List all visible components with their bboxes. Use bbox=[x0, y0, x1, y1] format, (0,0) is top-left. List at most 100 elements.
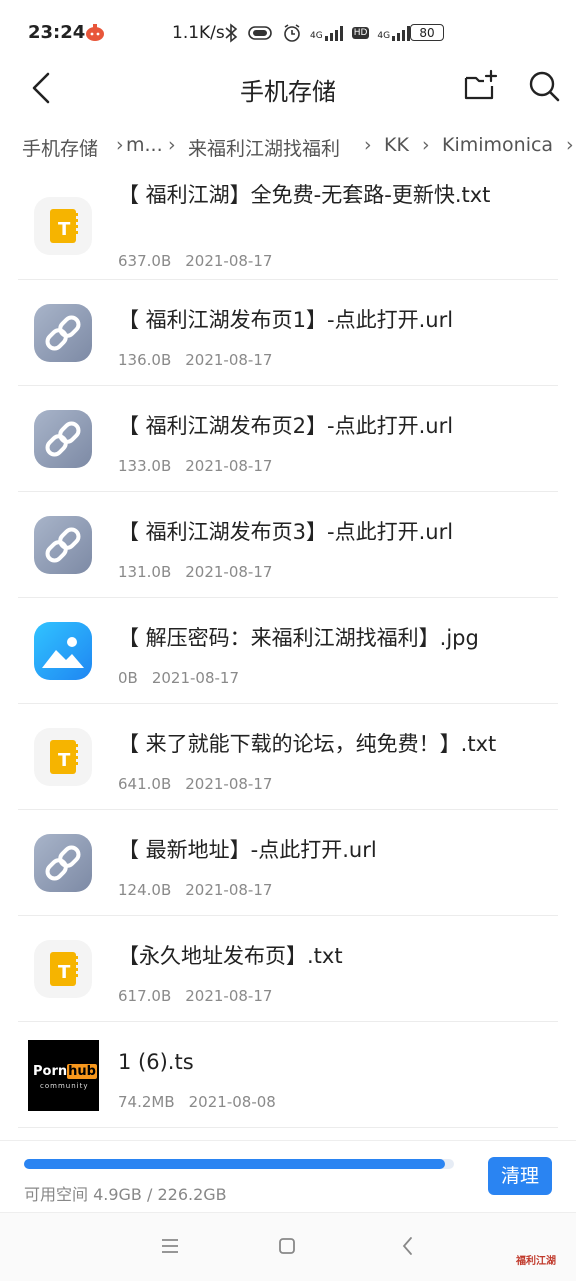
home-icon[interactable] bbox=[278, 1237, 296, 1255]
file-name: 【永久地址发布页】.txt bbox=[118, 944, 343, 968]
system-nav-bar bbox=[0, 1212, 576, 1281]
storage-progress-fill bbox=[24, 1159, 445, 1169]
file-size: 131.0B bbox=[118, 563, 172, 581]
search-icon[interactable] bbox=[526, 68, 562, 104]
network-speed: 1.1K/s bbox=[172, 23, 225, 43]
file-meta: 0B 2021-08-17 bbox=[118, 669, 239, 687]
storage-footer: 可用空间 4.9GB / 226.2GB 清理 bbox=[0, 1140, 576, 1213]
svg-text:T: T bbox=[58, 750, 71, 771]
breadcrumb-chevron-icon: › bbox=[422, 134, 430, 156]
breadcrumb-item[interactable]: Kimimonica bbox=[442, 134, 553, 156]
alarm-icon bbox=[284, 24, 300, 42]
svg-text:T: T bbox=[58, 219, 71, 240]
link-file-icon bbox=[34, 516, 92, 574]
file-row[interactable]: T 【永久地址发布页】.txt 617.0B 2021-08-17 bbox=[18, 915, 558, 1022]
file-date: 2021-08-17 bbox=[185, 987, 273, 1005]
image-file-icon bbox=[34, 622, 92, 680]
file-date: 2021-08-17 bbox=[185, 252, 273, 270]
file-row[interactable]: 【 解压密码：来福利江湖找福利】.jpg 0B 2021-08-17 bbox=[18, 597, 558, 704]
breadcrumb-item[interactable]: KK bbox=[384, 134, 409, 156]
app-notification-icon bbox=[86, 24, 104, 41]
file-name: 1 (6).ts bbox=[118, 1050, 194, 1074]
file-date: 2021-08-08 bbox=[188, 1093, 276, 1111]
clean-button[interactable]: 清理 bbox=[488, 1157, 552, 1195]
breadcrumb-item[interactable]: 手机存储 bbox=[22, 134, 98, 161]
breadcrumb-chevron-icon: › bbox=[364, 134, 372, 156]
file-size: 0B bbox=[118, 669, 138, 687]
text-file-icon: T bbox=[34, 728, 92, 786]
new-folder-icon[interactable] bbox=[462, 68, 498, 104]
file-date: 2021-08-17 bbox=[185, 563, 273, 581]
file-meta: 136.0B 2021-08-17 bbox=[118, 351, 272, 369]
file-row[interactable]: Pornhub community 1 (6).ts 74.2MB 2021-08… bbox=[18, 1021, 558, 1128]
file-date: 2021-08-17 bbox=[151, 669, 240, 687]
status-icons: 4G HD 4G bbox=[224, 22, 411, 44]
thumbnail-logo-part1: Porn bbox=[33, 1064, 68, 1079]
signal-2: 4G bbox=[377, 25, 411, 41]
file-date: 2021-08-17 bbox=[185, 881, 273, 899]
file-size: 136.0B bbox=[118, 351, 172, 369]
file-size: 74.2MB bbox=[118, 1093, 175, 1111]
file-meta: 637.0B 2021-08-17 bbox=[118, 252, 272, 270]
file-meta: 124.0B 2021-08-17 bbox=[118, 881, 272, 899]
file-row[interactable]: 【 福利江湖发布页1】-点此打开.url 136.0B 2021-08-17 bbox=[18, 279, 558, 386]
file-row[interactable]: T 【 来了就能下载的论坛，纯免费！】.txt 641.0B 2021-08-17 bbox=[18, 703, 558, 810]
breadcrumb-item[interactable]: 来福利江湖找福利 bbox=[188, 134, 340, 161]
file-row[interactable]: 【 最新地址】-点此打开.url 124.0B 2021-08-17 bbox=[18, 809, 558, 916]
file-meta: 131.0B 2021-08-17 bbox=[118, 563, 272, 581]
file-name: 【 解压密码：来福利江湖找福利】.jpg bbox=[118, 626, 479, 650]
breadcrumb-item[interactable]: m... bbox=[126, 134, 163, 156]
file-date: 2021-08-17 bbox=[185, 775, 273, 793]
file-meta: 617.0B 2021-08-17 bbox=[118, 987, 272, 1005]
breadcrumb-chevron-icon: › bbox=[168, 134, 176, 156]
link-file-icon bbox=[34, 304, 92, 362]
file-row[interactable]: 【 福利江湖发布页2】-点此打开.url 133.0B 2021-08-17 bbox=[18, 385, 558, 492]
file-size: 617.0B bbox=[118, 987, 172, 1005]
text-file-icon: T bbox=[34, 940, 92, 998]
status-time: 23:24 bbox=[28, 22, 86, 43]
bluetooth-icon bbox=[225, 23, 238, 43]
signal-1-label: 4G bbox=[310, 31, 323, 41]
file-name: 【 福利江湖发布页2】-点此打开.url bbox=[118, 414, 454, 438]
file-row[interactable]: 【 福利江湖发布页3】-点此打开.url 131.0B 2021-08-17 bbox=[18, 491, 558, 598]
file-size: 637.0B bbox=[118, 252, 172, 270]
file-size: 641.0B bbox=[118, 775, 172, 793]
signal-bars-icon bbox=[392, 26, 411, 41]
breadcrumb-chevron-icon: › bbox=[566, 134, 574, 156]
video-thumbnail: Pornhub community bbox=[28, 1040, 99, 1111]
menu-icon[interactable] bbox=[160, 1237, 180, 1255]
file-name: 【 福利江湖】全免费-无套路-更新快.txt bbox=[118, 183, 491, 207]
free-space-text: 可用空间 4.9GB / 226.2GB bbox=[24, 1185, 227, 1204]
file-name: 【 最新地址】-点此打开.url bbox=[118, 838, 377, 862]
hd-badge: HD bbox=[351, 27, 370, 39]
signal-2-label: 4G bbox=[377, 31, 391, 41]
file-size: 133.0B bbox=[118, 457, 172, 475]
signal-bars-icon bbox=[324, 26, 343, 41]
battery-indicator: 80 bbox=[410, 24, 444, 41]
file-name: 【 福利江湖发布页1】-点此打开.url bbox=[118, 308, 454, 332]
file-meta: 641.0B 2021-08-17 bbox=[118, 775, 272, 793]
status-bar: 23:24 1.1K/s 4G HD 4G 80 bbox=[0, 0, 576, 68]
title-bar: 手机存储 bbox=[0, 62, 576, 116]
breadcrumb-chevron-icon: › bbox=[116, 134, 124, 156]
vibrate-icon bbox=[248, 26, 272, 40]
file-date: 2021-08-17 bbox=[185, 351, 273, 369]
thumbnail-logo-part2: hub bbox=[67, 1064, 97, 1079]
file-size: 124.0B bbox=[118, 881, 172, 899]
svg-text:T: T bbox=[58, 962, 71, 983]
thumbnail-logo: Pornhub bbox=[33, 1064, 97, 1079]
nav-back-icon[interactable] bbox=[400, 1235, 416, 1257]
file-name: 【 福利江湖发布页3】-点此打开.url bbox=[118, 520, 454, 544]
file-meta: 74.2MB 2021-08-08 bbox=[118, 1093, 276, 1111]
file-meta: 133.0B 2021-08-17 bbox=[118, 457, 272, 475]
thumbnail-subtext: community bbox=[40, 1082, 89, 1090]
file-date: 2021-08-17 bbox=[185, 457, 273, 475]
file-row[interactable]: T 【 福利江湖】全免费-无套路-更新快.txt 637.0B 2021-08-1… bbox=[18, 168, 558, 280]
storage-progress-bar bbox=[24, 1159, 454, 1169]
breadcrumb: 手机存储 › m... › 来福利江湖找福利 › KK › Kimimonica… bbox=[0, 128, 576, 168]
signal-1: 4G bbox=[310, 25, 344, 41]
link-file-icon bbox=[34, 834, 92, 892]
link-file-icon bbox=[34, 410, 92, 468]
file-name: 【 来了就能下载的论坛，纯免费！】.txt bbox=[118, 732, 497, 756]
watermark: 福利江湖 bbox=[516, 1256, 556, 1267]
